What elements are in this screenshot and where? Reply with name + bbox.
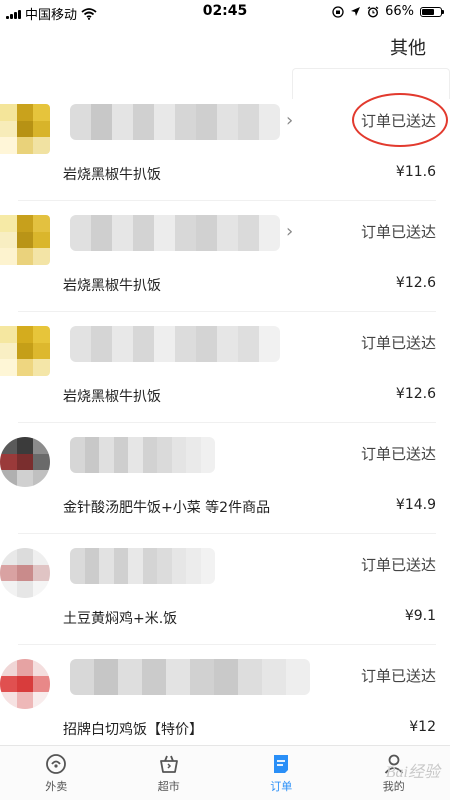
delivery-icon xyxy=(46,754,67,774)
shop-thumbnail xyxy=(0,326,50,376)
order-item: 岩烧黑椒牛扒饭 xyxy=(63,389,161,405)
location-icon xyxy=(351,7,361,16)
order-status: 订单已送达 xyxy=(360,667,436,685)
chevron-right-icon[interactable]: › xyxy=(286,221,293,242)
other-button[interactable]: 其他 xyxy=(390,34,426,60)
chevron-right-icon[interactable]: › xyxy=(286,110,293,131)
order-card[interactable]: 订单已送达 岩烧黑椒牛扒饭 ¥12.6 xyxy=(0,312,436,423)
order-price: ¥14.9 xyxy=(395,497,436,513)
order-card[interactable]: 订单已送达 土豆黄焖鸡+米.饭 ¥9.1 xyxy=(0,534,436,645)
header: 其他 xyxy=(0,24,450,99)
order-card[interactable]: › 订单已送达 岩烧黑椒牛扒饭 ¥11.6 xyxy=(0,90,448,201)
order-card[interactable]: 订单已送达 招牌白切鸡饭【特价】 ¥12 xyxy=(0,645,436,756)
order-status: 订单已送达 xyxy=(360,556,436,574)
rotation-lock-icon xyxy=(332,5,344,18)
shop-name-blurred xyxy=(70,659,310,695)
order-item: 岩烧黑椒牛扒饭 xyxy=(63,278,161,294)
order-list: › 订单已送达 岩烧黑椒牛扒饭 ¥11.6 › 订单已送达 岩烧黑椒牛扒饭 ¥1… xyxy=(0,90,450,756)
order-card[interactable]: › 订单已送达 岩烧黑椒牛扒饭 ¥12.6 xyxy=(0,201,436,312)
order-card[interactable]: 订单已送达 金针酸汤肥牛饭+小菜 等2件商品 ¥14.9 xyxy=(0,423,436,534)
order-icon xyxy=(274,755,289,773)
order-price: ¥12 xyxy=(409,719,436,735)
order-status: 订单已送达 xyxy=(360,112,436,130)
shop-name-blurred xyxy=(70,548,215,584)
battery-percent: 66% xyxy=(385,4,414,19)
tab-supermarket[interactable]: 超市 xyxy=(129,746,209,800)
order-price: ¥9.1 xyxy=(404,608,436,624)
status-bar: 中国移动 02:45 66% xyxy=(0,0,450,24)
shop-thumbnail xyxy=(0,659,50,709)
shop-thumbnail xyxy=(0,548,50,598)
order-price: ¥12.6 xyxy=(395,275,436,291)
tab-orders[interactable]: 订单 xyxy=(241,746,321,800)
alarm-icon xyxy=(367,5,379,18)
basket-icon xyxy=(159,755,178,773)
shop-thumbnail xyxy=(0,104,50,154)
shop-thumbnail xyxy=(0,215,50,265)
order-status: 订单已送达 xyxy=(360,223,436,241)
order-price: ¥11.6 xyxy=(395,164,436,180)
order-item: 金针酸汤肥牛饭+小菜 等2件商品 xyxy=(63,500,271,516)
order-item: 土豆黄焖鸡+米.饭 xyxy=(63,611,178,627)
tab-delivery[interactable]: 外卖 xyxy=(16,746,96,800)
shop-thumbnail xyxy=(0,437,50,487)
tab-label: 外卖 xyxy=(45,780,68,793)
order-item: 岩烧黑椒牛扒饭 xyxy=(63,167,161,183)
battery-icon xyxy=(420,6,444,17)
watermark-logo: Bai经验 xyxy=(385,764,440,781)
shop-name-blurred xyxy=(70,437,215,473)
order-item: 招牌白切鸡饭【特价】 xyxy=(63,722,203,738)
shop-name-blurred xyxy=(70,104,280,140)
order-price: ¥12.6 xyxy=(395,386,436,402)
tab-label: 超市 xyxy=(157,780,180,793)
shop-name-blurred xyxy=(70,215,280,251)
shop-name-blurred xyxy=(70,326,280,362)
order-status: 订单已送达 xyxy=(360,445,436,463)
order-status: 订单已送达 xyxy=(360,334,436,352)
tab-label: 订单 xyxy=(270,780,293,793)
tab-bar: 外卖 超市 订单 我的 xyxy=(0,745,450,800)
